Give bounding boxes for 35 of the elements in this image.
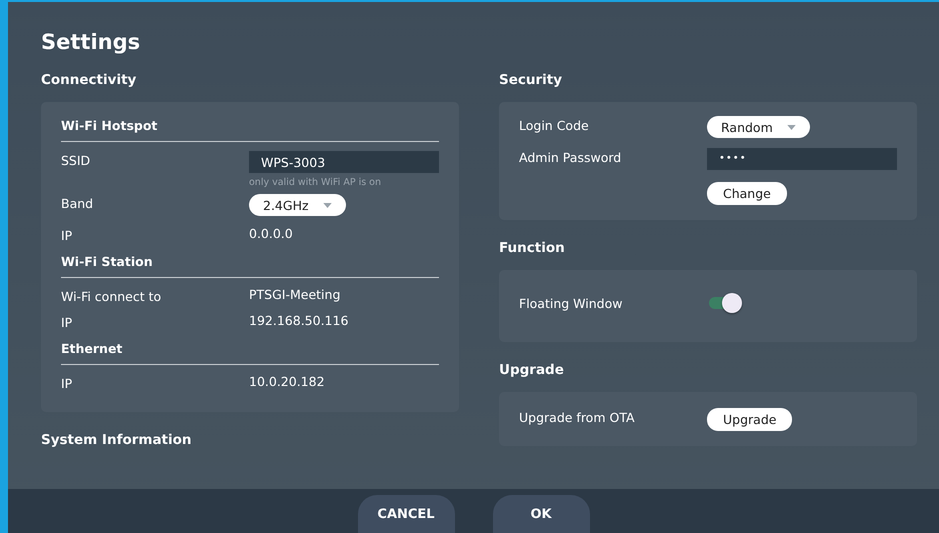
text-field[interactable]: WPS-3003 [249,151,439,173]
dropdown[interactable]: Random [707,116,810,138]
dialog-button[interactable]: CANCEL [358,495,454,533]
action-button[interactable]: Upgrade [707,408,792,431]
caret-icon [322,202,332,208]
section-heading: Function [499,240,566,258]
field-label: Wi-Fi connect to [61,289,162,304]
password-field[interactable]: •••• [707,148,897,170]
field-value: PTSGI-Meeting [249,287,340,302]
section-heading: Security [499,72,564,90]
field-value: 10.0.20.182 [249,374,325,389]
group-title: Wi-Fi Hotspot [61,117,158,133]
field-label: IP [61,315,72,330]
section-heading: Upgrade [499,362,565,380]
field-label: Floating Window [519,296,622,311]
field-label: IP [61,228,72,243]
field-label: Band [61,196,94,211]
group-title: Ethernet [61,340,124,356]
section-heading: System Information [41,432,193,450]
field-label: Admin Password [519,150,622,165]
toggle-switch[interactable] [707,294,741,310]
page-title: Settings [41,30,142,54]
action-button[interactable]: Change [707,182,787,205]
field-label: Upgrade from OTA [519,410,635,425]
hint-text: only valid with WiFi AP is on [249,177,382,188]
field-label: IP [61,376,72,391]
field-value: 192.168.50.116 [249,313,348,328]
caret-icon [786,124,796,130]
field-value: 0.0.0.0 [249,226,293,241]
group-title: Wi-Fi Station [61,253,154,269]
field-label: SSID [61,153,90,168]
dropdown[interactable]: 2.4GHz [249,194,346,216]
dialog-button[interactable]: OK [492,495,590,533]
field-label: Login Code [519,118,589,133]
section-heading: Connectivity [41,72,138,90]
